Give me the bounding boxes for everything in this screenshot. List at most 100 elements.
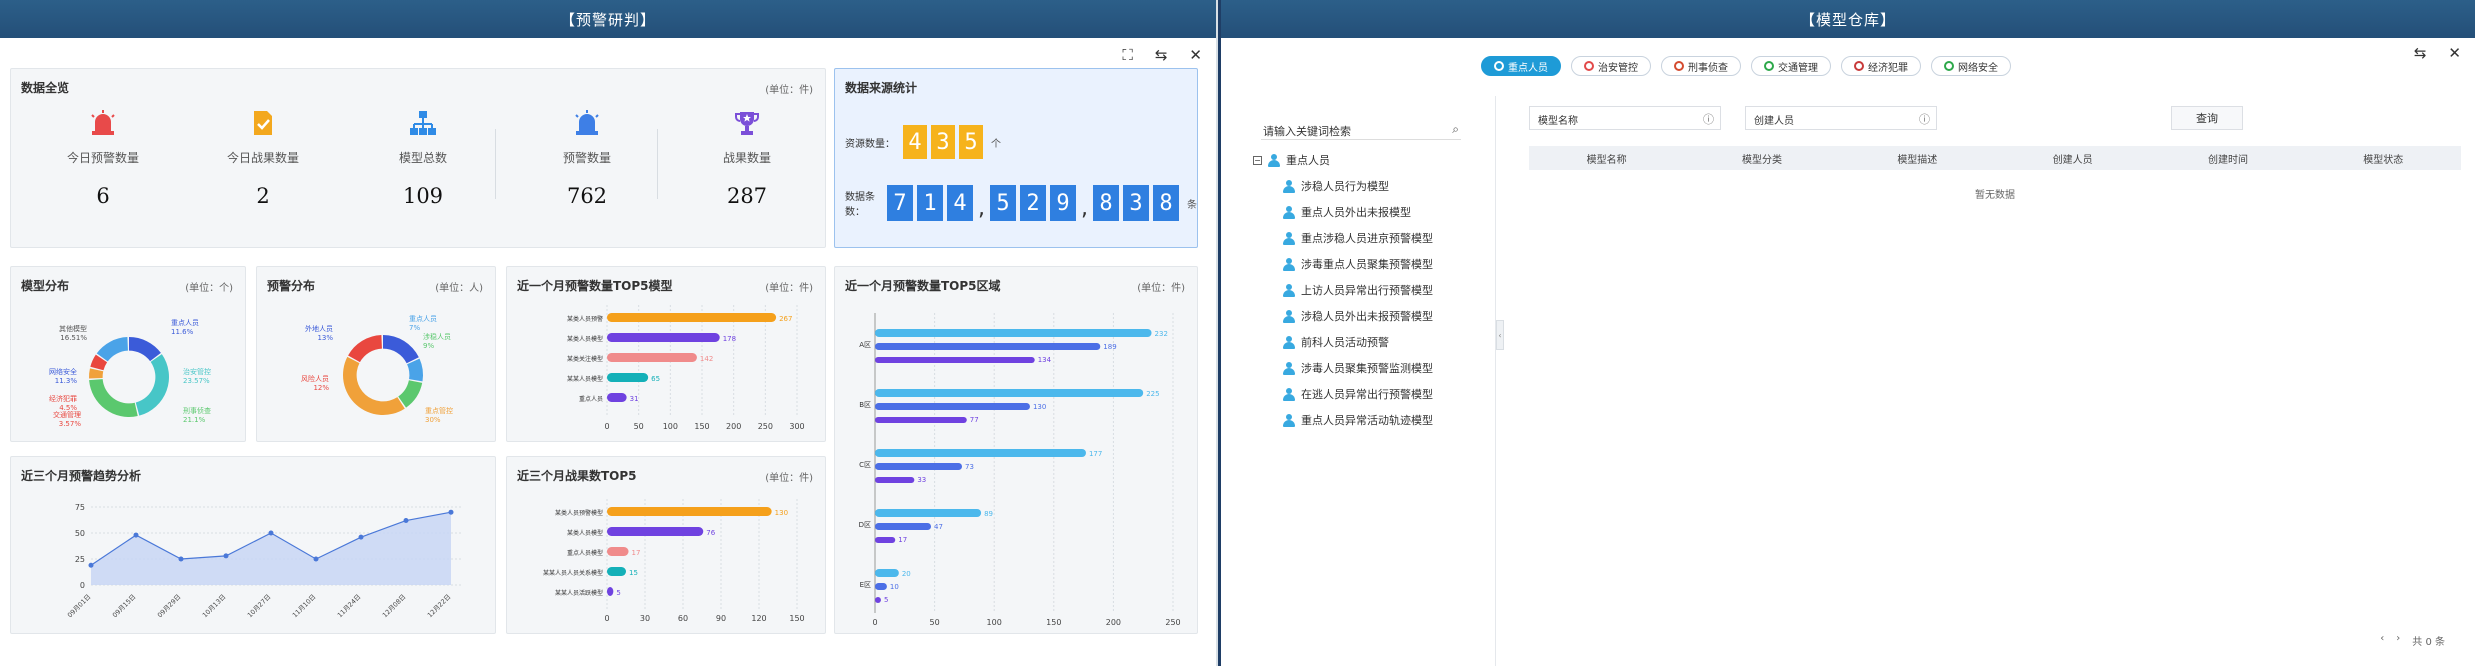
bar[interactable]	[607, 587, 614, 596]
pie-slice[interactable]	[348, 335, 382, 363]
tab-4[interactable]: 经济犯罪	[1841, 56, 1921, 76]
tab-3[interactable]: 交通管理	[1751, 56, 1831, 76]
search-icon[interactable]: ⌕	[1452, 122, 1459, 137]
bar[interactable]	[875, 569, 899, 577]
slice-label: 30%	[425, 416, 441, 424]
tree-search-input[interactable]: 请输入关键词检索 ⌕	[1261, 120, 1461, 140]
pie-slice[interactable]	[89, 379, 138, 417]
bar[interactable]	[607, 507, 772, 516]
bar[interactable]	[875, 389, 1144, 397]
bar[interactable]	[875, 343, 1101, 350]
bar[interactable]	[875, 477, 915, 483]
bar[interactable]	[607, 313, 777, 322]
creator-input[interactable]: 创建人员 ⓘ	[1745, 106, 1937, 130]
row-label: 资源数量：	[845, 138, 895, 150]
tree-item[interactable]: 前科人员活动预警	[1283, 334, 1389, 350]
bar[interactable]	[607, 567, 626, 576]
data-point[interactable]	[358, 534, 364, 540]
data-point[interactable]	[88, 562, 94, 568]
pie-slice[interactable]	[343, 356, 405, 415]
area-fill	[91, 512, 451, 585]
swap-icon[interactable]: ⇆	[1155, 46, 1168, 64]
tree-item[interactable]: 涉毒重点人员聚集预警模型	[1283, 256, 1433, 272]
next-page-button[interactable]: ›	[2396, 633, 2400, 648]
prev-page-button[interactable]: ‹	[2380, 633, 2384, 648]
pie-slice[interactable]	[89, 368, 104, 379]
tick-label: 150	[789, 614, 804, 623]
column-header[interactable]: 模型名称	[1529, 151, 1684, 166]
close-icon[interactable]: ✕	[1189, 46, 1202, 64]
tree-item[interactable]: 在逃人员异常出行预警模型	[1283, 386, 1433, 402]
pie-slice[interactable]	[96, 337, 128, 362]
data-point[interactable]	[313, 556, 319, 562]
bar[interactable]	[607, 353, 697, 362]
data-label: 77	[970, 416, 979, 424]
pie-slice[interactable]	[398, 380, 423, 408]
tree-item[interactable]: 重点人员异常活动轨迹模型	[1283, 412, 1433, 428]
top5-area-card: 近一个月预警数量TOP5区域 (单位：件) 0 50 100 150 200 250 A区 2…	[834, 266, 1198, 634]
top5-area-chart: 0 50 100 150 200 250 A区 232 189 134 B区 225 130 77 C区 17…	[859, 313, 1181, 627]
data-point[interactable]	[178, 556, 184, 562]
tree-root-node[interactable]: − 重点人员	[1253, 152, 1330, 168]
bar[interactable]	[875, 403, 1030, 410]
top5-models-chart: 0 50 100 150 200 250 300 某类人员预警 267 某类人员模型 178 某类关注…	[567, 305, 805, 431]
bar[interactable]	[875, 509, 982, 517]
tick-label: 90	[716, 614, 726, 623]
bar[interactable]	[875, 597, 881, 603]
tab-5[interactable]: 网络安全	[1931, 56, 2011, 76]
bar[interactable]	[607, 333, 720, 342]
sidebar-collapse-handle[interactable]: ‹	[1496, 320, 1504, 350]
data-point[interactable]	[133, 532, 139, 538]
column-header[interactable]: 创建人员	[1995, 151, 2150, 166]
pie-slice[interactable]	[383, 335, 419, 364]
bar[interactable]	[875, 523, 932, 530]
pie-slice[interactable]	[407, 358, 423, 382]
bar[interactable]	[875, 417, 967, 423]
tree-item[interactable]: 涉稳人员行为模型	[1283, 178, 1389, 194]
data-label: 76	[706, 529, 715, 537]
tree-item[interactable]: 上访人员异常出行预警模型	[1283, 282, 1433, 298]
data-point[interactable]	[403, 518, 409, 524]
bar[interactable]	[607, 527, 704, 536]
data-label: 189	[1103, 343, 1116, 351]
column-header[interactable]: 模型分类	[1684, 151, 1839, 166]
card-title: 数据来源统计	[845, 81, 918, 95]
tab-2[interactable]: 刑事侦查	[1661, 56, 1741, 76]
data-point[interactable]	[448, 509, 454, 515]
bar[interactable]	[875, 449, 1086, 457]
tab-1[interactable]: 治安管控	[1571, 56, 1651, 76]
column-header[interactable]: 模型描述	[1840, 151, 1995, 166]
bar[interactable]	[875, 357, 1035, 363]
divider	[495, 129, 496, 199]
bar[interactable]	[875, 463, 963, 470]
model-name-input[interactable]: 模型名称 ⓘ	[1529, 106, 1721, 130]
collapse-icon[interactable]: −	[1253, 155, 1262, 165]
slice-label: 网络安全	[49, 367, 77, 376]
bar[interactable]	[875, 537, 896, 543]
data-label: 65	[651, 375, 660, 383]
column-header[interactable]: 创建时间	[2150, 151, 2305, 166]
data-point[interactable]	[268, 530, 274, 536]
slice-label: 重点人员	[409, 315, 437, 323]
pie-slice[interactable]	[135, 354, 170, 416]
tree-item[interactable]: 涉毒人员聚集预警监测模型	[1283, 360, 1433, 376]
tree-item[interactable]: 涉稳人员外出未报预警模型	[1283, 308, 1433, 324]
bar[interactable]	[875, 329, 1152, 337]
hierarchy-icon	[410, 111, 436, 135]
tree-item[interactable]: 重点涉稳人员进京预警模型	[1283, 230, 1433, 246]
column-header[interactable]: 模型状态	[2306, 151, 2461, 166]
bar[interactable]	[875, 583, 887, 590]
query-button[interactable]: 查询	[2171, 106, 2243, 130]
bar[interactable]	[607, 393, 627, 402]
bar[interactable]	[607, 373, 649, 382]
data-point[interactable]	[223, 553, 229, 559]
category-icon	[1944, 61, 1954, 71]
stat-today-warnings: 今日预警数量 6	[23, 109, 183, 208]
resource-count-row: 资源数量： 435 个	[845, 125, 1001, 159]
bar[interactable]	[607, 547, 629, 556]
fullscreen-icon[interactable]: ⛶	[1122, 46, 1133, 64]
tab-0[interactable]: 重点人员	[1481, 56, 1561, 76]
tab-label: 经济犯罪	[1868, 62, 1908, 74]
tree-item[interactable]: 重点人员外出未报模型	[1283, 204, 1411, 220]
pie-slice[interactable]	[129, 337, 161, 362]
